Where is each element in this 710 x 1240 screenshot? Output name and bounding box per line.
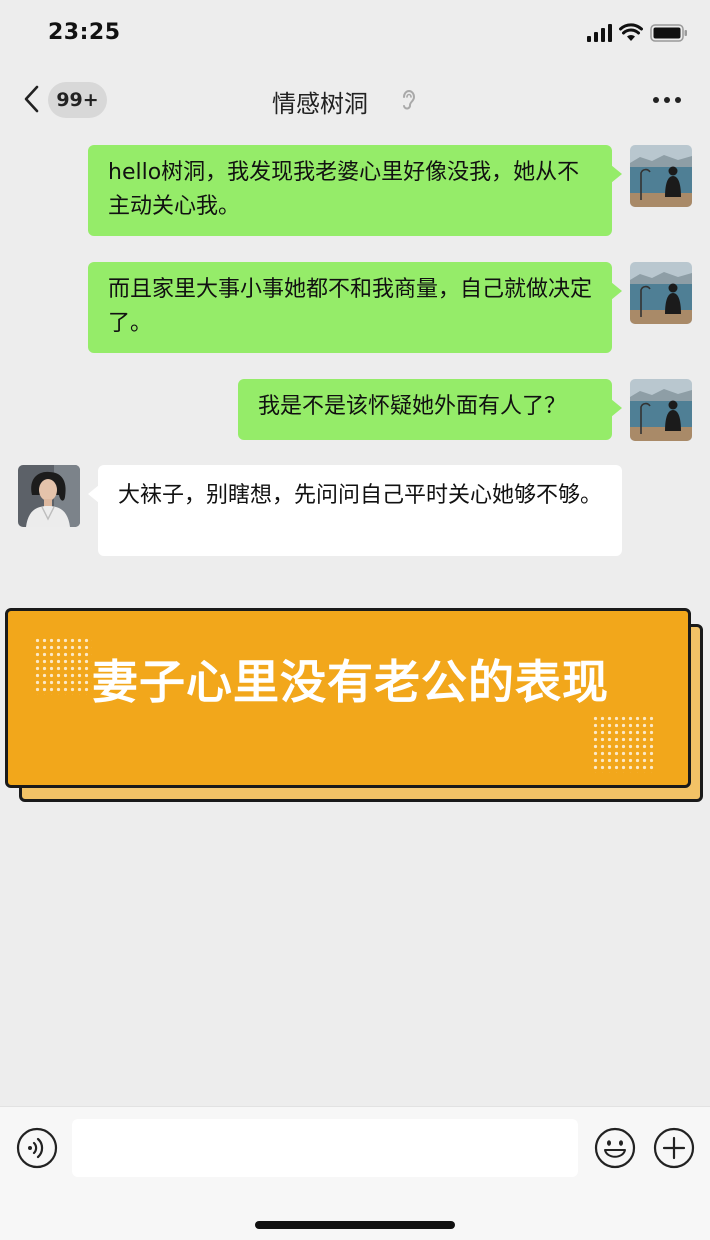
nav-bar: 99+ 情感树洞	[0, 66, 710, 132]
title-banner: 妻子心里没有老公的表现	[5, 608, 691, 788]
message-text: 而且家里大事小事她都不和我商量，自己就做决定了。	[108, 277, 593, 336]
message-input[interactable]	[72, 1119, 578, 1177]
wifi-icon	[619, 23, 643, 41]
chat-title: 情感树洞	[272, 90, 368, 118]
home-indicator[interactable]	[255, 1221, 455, 1229]
user-avatar[interactable]	[630, 379, 692, 441]
dot-pattern	[592, 715, 654, 773]
unread-count-badge[interactable]: 99+	[48, 82, 107, 118]
banner-title: 妻子心里没有老公的表现	[92, 655, 609, 709]
dot-pattern	[34, 637, 92, 695]
back-icon[interactable]	[20, 84, 44, 114]
signal-icon	[587, 24, 612, 42]
add-icon[interactable]	[653, 1127, 695, 1169]
outgoing-message[interactable]: 我是不是该怀疑她外面有人了？	[238, 379, 622, 440]
status-bar: 23:25	[0, 0, 710, 66]
battery-icon	[650, 24, 687, 42]
outgoing-message[interactable]: hello树洞，我发现我老婆心里好像没我，她从不主动关心我。	[88, 145, 622, 236]
chat-screen: 23:25 99+ 情感树洞 hello树洞，我发现我老婆心里好像没我，她从不主…	[0, 0, 710, 1240]
message-text: hello树洞，我发现我老婆心里好像没我，她从不主动关心我。	[108, 160, 580, 219]
voice-icon[interactable]	[16, 1127, 58, 1169]
contact-avatar[interactable]	[18, 465, 80, 527]
input-bar	[0, 1106, 710, 1240]
outgoing-message[interactable]: 而且家里大事小事她都不和我商量，自己就做决定了。	[88, 262, 622, 353]
message-text: 我是不是该怀疑她外面有人了？	[258, 394, 567, 419]
message-text: 大袜子，别瞎想，先问问自己平时关心她够不够。	[118, 483, 603, 508]
user-avatar[interactable]	[630, 262, 692, 324]
more-icon[interactable]	[652, 96, 682, 104]
user-avatar[interactable]	[630, 145, 692, 207]
incoming-message[interactable]: 大袜子，别瞎想，先问问自己平时关心她够不够。	[88, 465, 622, 556]
status-time: 23:25	[48, 20, 121, 45]
ear-icon	[403, 90, 416, 110]
emoji-icon[interactable]	[594, 1127, 636, 1169]
